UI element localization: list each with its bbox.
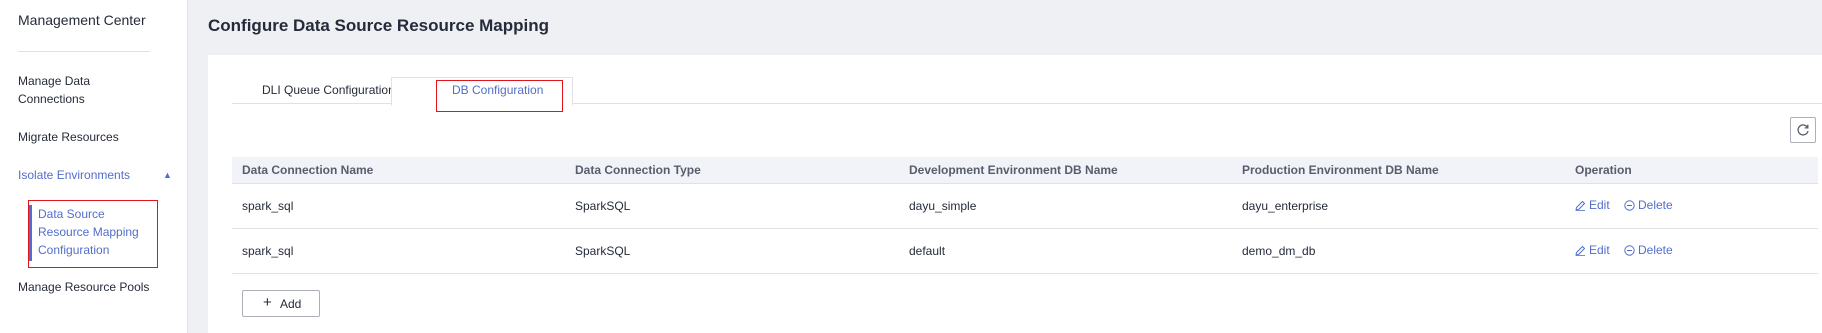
table-row: spark_sql SparkSQL default demo_dm_db Ed… — [232, 229, 1818, 274]
sidebar-item-migrate-resources[interactable]: Migrate Resources — [18, 128, 119, 146]
cell-dev-db: default — [909, 244, 946, 258]
edit-link[interactable]: Edit — [1575, 243, 1610, 257]
tab-highlight-box — [436, 80, 563, 112]
cell-prod-db: demo_dm_db — [1242, 244, 1316, 258]
cell-dev-db: dayu_simple — [909, 199, 977, 213]
column-header-data-connection-name: Data Connection Name — [242, 163, 374, 177]
cell-connection-type: SparkSQL — [575, 244, 631, 258]
sidebar-item-data-source-resource-mapping[interactable]: Data Source Resource Mapping Configurati… — [38, 205, 153, 259]
delete-link[interactable]: Delete — [1624, 243, 1673, 257]
refresh-button[interactable] — [1790, 117, 1816, 143]
sidebar-item-manage-data-connections[interactable]: Manage Data Connections — [18, 72, 138, 108]
add-button-label: Add — [280, 297, 302, 311]
caret-up-icon[interactable]: ▲ — [163, 170, 172, 180]
delete-label: Delete — [1638, 243, 1673, 257]
column-header-prod-db-name: Production Environment DB Name — [1242, 163, 1439, 177]
cell-connection-type: SparkSQL — [575, 199, 631, 213]
sidebar-item-isolate-environments[interactable]: Isolate Environments — [18, 166, 130, 184]
column-header-data-connection-type: Data Connection Type — [575, 163, 701, 177]
edit-icon — [1575, 200, 1586, 211]
sidebar-title: Management Center — [18, 12, 146, 28]
delete-link[interactable]: Delete — [1624, 198, 1673, 212]
sidebar: Management Center Manage Data Connection… — [0, 0, 188, 333]
cell-prod-db: dayu_enterprise — [1242, 199, 1329, 213]
page-title: Configure Data Source Resource Mapping — [208, 16, 549, 35]
minus-circle-icon — [1624, 245, 1635, 256]
sidebar-divider — [18, 51, 150, 52]
delete-label: Delete — [1638, 198, 1673, 212]
minus-circle-icon — [1624, 200, 1635, 211]
tab-dli-queue-configuration[interactable]: DLI Queue Configuration — [262, 83, 395, 97]
add-button[interactable]: + Add — [242, 290, 320, 317]
edit-link[interactable]: Edit — [1575, 198, 1610, 212]
edit-label: Edit — [1589, 198, 1610, 212]
table-header: Data Connection Name Data Connection Typ… — [232, 157, 1818, 184]
column-header-operation: Operation — [1575, 163, 1632, 177]
sidebar-subitem-highlight: Data Source Resource Mapping Configurati… — [28, 200, 158, 268]
sidebar-item-manage-resource-pools[interactable]: Manage Resource Pools — [18, 278, 149, 296]
active-indicator — [29, 205, 32, 261]
column-header-dev-db-name: Development Environment DB Name — [909, 163, 1118, 177]
plus-icon: + — [263, 294, 272, 311]
edit-label: Edit — [1589, 243, 1610, 257]
cell-connection-name: spark_sql — [242, 244, 294, 258]
table-row: spark_sql SparkSQL dayu_simple dayu_ente… — [232, 184, 1818, 229]
edit-icon — [1575, 245, 1586, 256]
refresh-icon — [1797, 124, 1809, 136]
cell-connection-name: spark_sql — [242, 199, 294, 213]
